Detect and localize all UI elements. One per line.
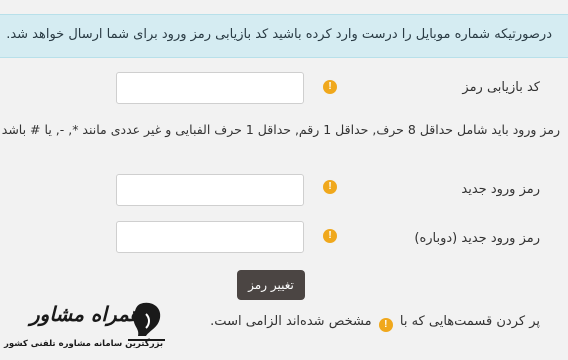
required-note-after: مشخص شده‌اند الزامی است. xyxy=(210,314,372,329)
required-icon: ! xyxy=(323,180,337,194)
logo-tagline: بزرگترین سامانه مشاوره تلفنی کشور xyxy=(4,339,164,349)
required-fields-note: پر کردن قسمت‌هایی که با ! مشخص شده‌اند ا… xyxy=(210,314,540,332)
required-note-before: پر کردن قسمت‌هایی که با xyxy=(399,314,540,329)
recovery-code-label: کد بازیابی رمز xyxy=(462,80,540,95)
confirm-password-input[interactable] xyxy=(116,221,304,253)
logo-brand-text: همراه مشاور xyxy=(30,302,141,326)
new-password-label: رمز ورود جدید xyxy=(461,182,540,197)
alert-message: درصورتیکه شماره موبایل را درست وارد کرده… xyxy=(6,27,552,42)
change-password-button[interactable]: تغییر رمز xyxy=(237,270,305,300)
new-password-input[interactable] xyxy=(116,174,304,206)
required-icon: ! xyxy=(378,318,393,332)
recovery-code-input[interactable] xyxy=(116,72,304,104)
required-icon: ! xyxy=(323,80,337,94)
watermark-logo: همراه مشاور بزرگترین سامانه مشاوره تلفنی… xyxy=(0,296,170,356)
required-icon: ! xyxy=(323,229,337,243)
info-alert: درصورتیکه شماره موبایل را درست وارد کرده… xyxy=(0,14,568,58)
confirm-password-label: رمز ورود جدید (دوباره) xyxy=(414,231,540,246)
password-rules-help: رمز ورود باید شامل حداقل 8 حرف, حداقل 1 … xyxy=(1,122,560,137)
